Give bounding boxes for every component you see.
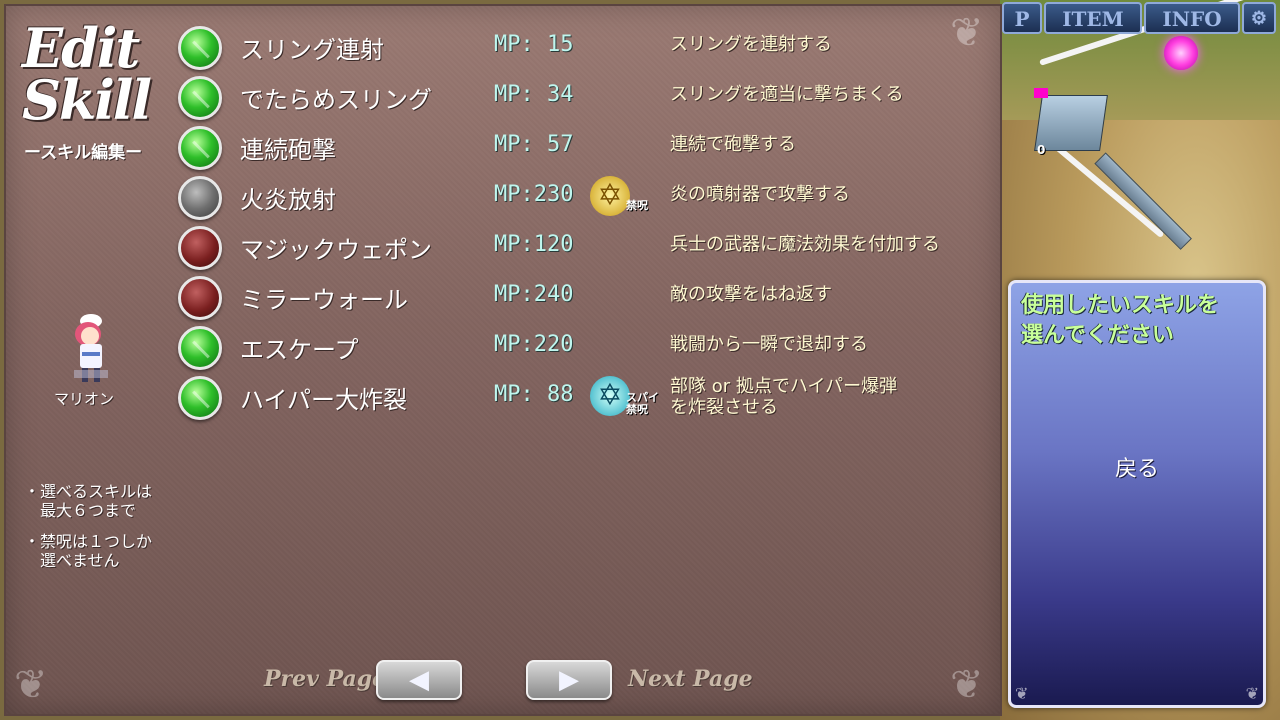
- skill-description: 連続で砲撃する: [670, 134, 796, 155]
- corner-ornament-icon: ❦: [1015, 684, 1029, 703]
- instruction-dialog: 使用したいスキルを 選んでください 戻る ❦ ❦: [1008, 280, 1266, 708]
- prev-page-label: Prev Page: [264, 666, 387, 692]
- red-orb-icon[interactable]: [178, 226, 222, 270]
- corner-ornament-icon: ❦: [1245, 684, 1259, 703]
- teal-hexagram-icon: ✡: [590, 376, 630, 416]
- green-orb-icon[interactable]: [178, 26, 222, 70]
- skill-name: ミラーウォール: [240, 286, 408, 314]
- settings-button[interactable]: ⚙: [1242, 2, 1276, 34]
- skill-row[interactable]: ハイパー大炸裂 MP: 88 ✡ スパイ 禁呪 部隊 or 拠点でハイパー爆弾 …: [176, 376, 996, 426]
- title-line-1: Edit: [22, 16, 140, 80]
- skill-row[interactable]: エスケープ MP:220 戦闘から一瞬で退却する: [176, 326, 996, 376]
- rule-note: ・選べるスキルは 最大６つまで: [24, 482, 153, 520]
- skill-mp-cost: MP: 34: [494, 82, 574, 107]
- skill-name: マジックウェポン: [240, 236, 432, 264]
- skill-row[interactable]: マジックウェポン MP:120 兵士の武器に魔法効果を付加する: [176, 226, 996, 276]
- gear-icon: ⚙: [1250, 8, 1268, 29]
- badge-label: 禁呪: [626, 199, 648, 212]
- arrow-left-icon: ◀: [409, 665, 429, 695]
- spy-forbidden-badge: ✡ スパイ 禁呪: [588, 376, 659, 420]
- skill-name: 連続砲撃: [240, 136, 336, 164]
- skill-edit-panel: ❦ ❦ ❦ Edit Skill ースキル編集ー マリオン ・選べるスキルは 最…: [4, 4, 1002, 716]
- rule-note: ・禁呪は１つしか 選べません: [24, 532, 153, 570]
- skill-row[interactable]: でたらめスリング MP: 34 スリングを適当に撃ちまくる: [176, 76, 996, 126]
- next-page-button[interactable]: ▶: [526, 660, 612, 700]
- skill-description: 部隊 or 拠点でハイパー爆弾 を炸裂させる: [670, 376, 898, 418]
- info-button[interactable]: INFO: [1144, 2, 1240, 34]
- page-title: Edit Skill: [22, 16, 152, 132]
- skill-description: 戦闘から一瞬で退却する: [670, 334, 868, 355]
- map-wall: [1094, 152, 1192, 250]
- skill-description: スリングを連射する: [670, 34, 832, 55]
- dialog-message: 使用したいスキルを 選んでください: [1021, 291, 1219, 351]
- title-line-2: Skill: [22, 68, 152, 132]
- page-subtitle: ースキル編集ー: [24, 143, 143, 163]
- skill-name: ハイパー大炸裂: [240, 386, 408, 414]
- arrow-right-icon: ▶: [559, 665, 579, 695]
- green-orb-icon[interactable]: [178, 126, 222, 170]
- skill-mp-cost: MP:230: [494, 182, 574, 207]
- corner-ornament-icon: ❦: [14, 662, 48, 708]
- prev-page-button[interactable]: ◀: [376, 660, 462, 700]
- item-button-label: ITEM: [1062, 7, 1124, 31]
- skill-description: 敵の攻撃をはね返す: [670, 284, 832, 305]
- map-button-label: P: [1014, 7, 1030, 31]
- skill-description: スリングを適当に撃ちまくる: [670, 84, 904, 105]
- character-sprite-icon: [74, 314, 108, 382]
- forbidden-badge: ✡ 禁呪: [588, 176, 656, 220]
- dialog-message-text: 使用したいスキルを 選んでください: [1021, 293, 1220, 348]
- skill-mp-cost: MP: 15: [494, 32, 574, 57]
- skill-name: エスケープ: [240, 336, 359, 364]
- badge-label: スパイ 禁呪: [626, 391, 659, 416]
- back-button[interactable]: 戻る: [1011, 451, 1263, 483]
- corner-ornament-icon: ❦: [950, 662, 984, 708]
- item-button[interactable]: ITEM: [1044, 2, 1142, 34]
- skill-description: 炎の噴射器で攻撃する: [670, 184, 850, 205]
- skill-mp-cost: MP:120: [494, 232, 574, 257]
- character-name: マリオン: [54, 390, 115, 408]
- info-button-label: INFO: [1162, 7, 1222, 31]
- next-page-label: Next Page: [628, 666, 753, 692]
- map-button[interactable]: P: [1002, 2, 1042, 34]
- skill-name: スリング連射: [240, 36, 384, 64]
- magic-orb-icon[interactable]: [1164, 36, 1198, 70]
- skill-name: 火炎放射: [240, 186, 336, 214]
- skill-mp-cost: MP: 57: [494, 132, 574, 157]
- red-orb-icon[interactable]: [178, 276, 222, 320]
- map-counter: 0: [1037, 143, 1046, 157]
- skill-row[interactable]: 火炎放射 MP:230 ✡ 禁呪 炎の噴射器で攻撃する: [176, 176, 996, 226]
- skill-description: 兵士の武器に魔法効果を付加する: [670, 234, 940, 255]
- gold-hexagram-icon: ✡: [590, 176, 630, 216]
- skill-row[interactable]: ミラーウォール MP:240 敵の攻撃をはね返す: [176, 276, 996, 326]
- gray-orb-icon[interactable]: [178, 176, 222, 220]
- skill-mp-cost: MP:240: [494, 282, 574, 307]
- skill-row[interactable]: スリング連射 MP: 15 スリングを連射する: [176, 26, 996, 76]
- skill-row[interactable]: 連続砲撃 MP: 57 連続で砲撃する: [176, 126, 996, 176]
- green-orb-icon[interactable]: [178, 76, 222, 120]
- green-orb-icon[interactable]: [178, 326, 222, 370]
- skill-name: でたらめスリング: [240, 86, 432, 114]
- skill-mp-cost: MP: 88: [494, 382, 574, 407]
- skill-mp-cost: MP:220: [494, 332, 574, 357]
- green-orb-icon[interactable]: [178, 376, 222, 420]
- map-marker-icon: [1034, 88, 1048, 98]
